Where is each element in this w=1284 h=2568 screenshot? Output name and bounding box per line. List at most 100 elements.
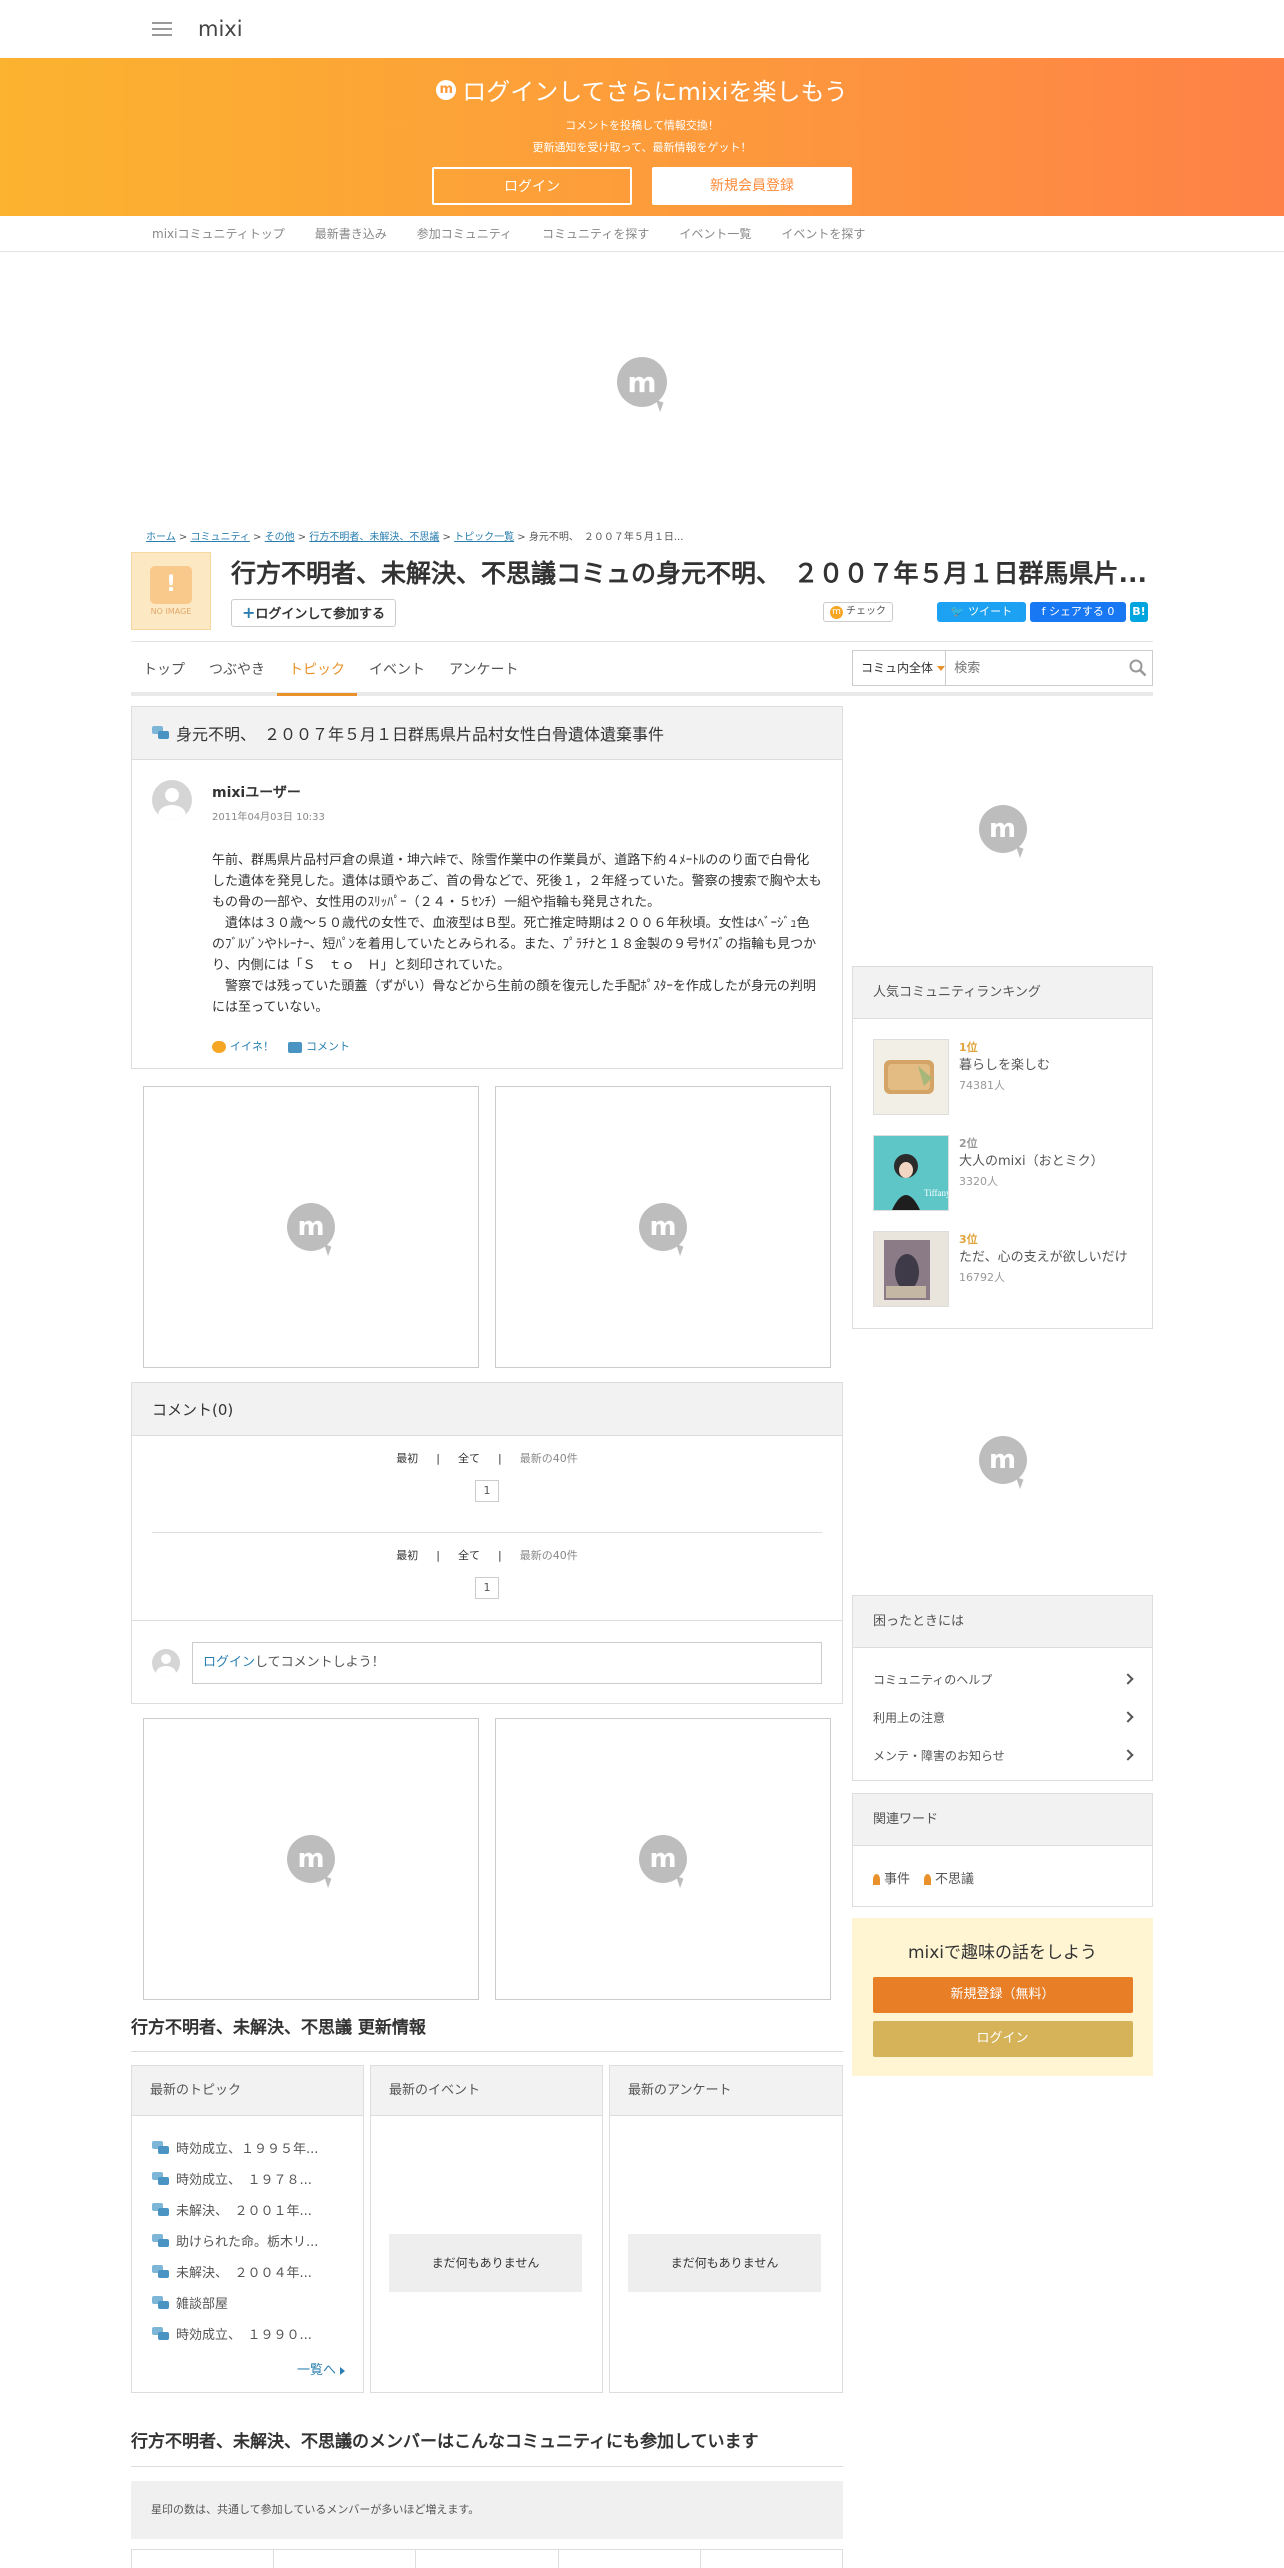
search-input[interactable]: [946, 651, 1125, 685]
pager-all[interactable]: 全て: [458, 1549, 480, 1562]
post-body: 午前、群馬県片品村戸倉の県道・坤六峠で、除雪作業中の作業員が、道路下約４ﾒｰﾄﾙ…: [212, 853, 822, 1015]
avatar: [152, 1648, 180, 1677]
topic-icon: [152, 2202, 170, 2217]
breadcrumb-comm[interactable]: 行方不明者、未解決、不思議: [309, 532, 439, 543]
check-button[interactable]: m チェック: [823, 602, 893, 622]
list-item[interactable]: 時効成立、１９９５年...: [132, 2132, 363, 2163]
ad-box-3[interactable]: m: [143, 1718, 479, 2000]
subnav-joined[interactable]: 参加コミュニティ: [417, 225, 512, 242]
latest-surveys-column: 最新のアンケート まだ何もありません: [609, 2065, 843, 2393]
promo-login-button[interactable]: ログイン: [872, 2021, 1133, 2057]
hero-login-button[interactable]: ログイン: [432, 167, 632, 205]
topic-post: mixiユーザー 2011年04月03日 10:33 午前、群馬県片品村戸倉の県…: [132, 760, 842, 1054]
ad-box-2[interactable]: m: [495, 1086, 831, 1368]
grid-cell[interactable]: [701, 2550, 842, 2568]
list-item[interactable]: 未解決、 ２００１年...: [132, 2194, 363, 2225]
menu-icon[interactable]: [152, 22, 172, 36]
grid-cell[interactable]: [416, 2550, 559, 2568]
breadcrumb-other[interactable]: その他: [265, 532, 295, 543]
ad-box-4[interactable]: m: [495, 1718, 831, 2000]
tab-topics[interactable]: トピック: [277, 648, 357, 696]
subnav-find-events[interactable]: イベントを探す: [781, 225, 865, 242]
community-title: 行方不明者、未解決、不思議コミュの身元不明、 ２００７年５月１日群馬県片...: [231, 559, 1147, 588]
section-divider: [131, 2466, 843, 2467]
hero-register-button[interactable]: 新規会員登録: [652, 167, 852, 205]
ranking-item-2[interactable]: Tiffany 2位 大人のmixi（おとミク） 3320人: [853, 1115, 1152, 1211]
ranking-name: 暮らしを楽しむ: [959, 1058, 1051, 1073]
twitter-icon: 🐦: [950, 605, 965, 618]
related-word[interactable]: 不思議: [924, 1868, 974, 1887]
list-item[interactable]: 時効成立、 １９７８...: [132, 2163, 363, 2194]
subnav-community-top[interactable]: mixiコミュニティトップ: [152, 225, 285, 242]
comment-box: コメント(0) 最初 | 全て | 最新の40件 1 最初 | 全て | 最新の40件 1 ログ…: [131, 1382, 843, 1704]
list-item[interactable]: 時効成立、 １９９０...: [132, 2318, 363, 2349]
ranking-item-1[interactable]: 1位 暮らしを楽しむ 74381人: [853, 1019, 1152, 1115]
events-empty: まだ何もありません: [389, 2234, 582, 2292]
help-link-maintenance[interactable]: メンテ・障害のお知らせ: [853, 1736, 1152, 1774]
grid-cell[interactable]: [274, 2550, 417, 2568]
breadcrumb-home[interactable]: ホーム: [146, 532, 176, 543]
mixi-logo[interactable]: mixi: [198, 17, 243, 41]
grid-cell[interactable]: [559, 2550, 701, 2568]
hero-line-1: コメントを投稿して情報交換！: [565, 119, 719, 132]
tab-top[interactable]: トップ: [131, 648, 197, 696]
topic-icon: [152, 726, 170, 740]
help-link-terms[interactable]: 利用上の注意: [853, 1698, 1152, 1736]
latest-events-title: 最新のイベント: [371, 2066, 602, 2116]
post-actions: イイネ！ コメント: [212, 1038, 822, 1054]
pager-first[interactable]: 最初: [396, 1452, 418, 1465]
comment-pager-top: 最初 | 全て | 最新の40件: [396, 1452, 578, 1465]
pager-first[interactable]: 最初: [396, 1549, 418, 1562]
plus-icon: +: [242, 603, 256, 622]
ranking-item-3[interactable]: 3位 ただ、心の支えが欲しいだけ 16792人: [853, 1211, 1152, 1307]
facebook-icon: f: [1041, 605, 1046, 618]
subnav-find-community[interactable]: コミュニティを探す: [542, 225, 649, 242]
topic-icon: [152, 2233, 170, 2248]
ad-sidebar-2[interactable]: m: [852, 1360, 1153, 1560]
search-icon[interactable]: [1124, 659, 1152, 677]
comment-button[interactable]: コメント: [288, 1038, 350, 1054]
list-item[interactable]: 助けられた命。栃木リ...: [132, 2225, 363, 2256]
iine-button[interactable]: イイネ！: [212, 1038, 274, 1054]
signup-promo: mixiで趣味の話をしよう 新規登録（無料） ログイン: [852, 1918, 1153, 2076]
list-item[interactable]: 雑談部屋: [132, 2287, 363, 2318]
breadcrumb: ホーム > コミュニティ > その他 > 行方不明者、未解決、不思議 > トピッ…: [146, 532, 684, 543]
page-number[interactable]: 1: [475, 1577, 499, 1599]
community-tabs: トップ つぶやき トピック イベント アンケート: [131, 648, 530, 696]
breadcrumb-community[interactable]: コミュニティ: [190, 532, 249, 543]
comment-login-link[interactable]: ログイン: [203, 1655, 255, 1670]
ad-banner-top[interactable]: m: [0, 252, 1284, 512]
topics-more-link[interactable]: 一覧へ: [297, 2359, 345, 2378]
tab-events[interactable]: イベント: [357, 648, 437, 696]
promo-register-button[interactable]: 新規登録（無料）: [872, 1977, 1133, 2013]
subnav-latest-posts[interactable]: 最新書き込み: [315, 225, 387, 242]
tab-tweets[interactable]: つぶやき: [197, 648, 277, 696]
related-words-panel: 関連ワード 事件 不思議: [852, 1793, 1153, 1907]
search-scope-select[interactable]: コミュ内全体: [853, 651, 947, 685]
mixi-m-icon: m: [436, 79, 457, 100]
facebook-share-button[interactable]: f シェアする 0: [1030, 602, 1126, 622]
post-author[interactable]: mixiユーザー: [212, 782, 325, 802]
tweet-button[interactable]: 🐦 ツイート: [937, 602, 1026, 622]
pager-all[interactable]: 全て: [458, 1452, 480, 1465]
ranking-count: 16792人: [959, 1271, 1005, 1284]
avatar[interactable]: [152, 780, 192, 820]
ranking-position: 3位: [959, 1233, 978, 1246]
join-button[interactable]: +ログインして参加する: [231, 599, 397, 627]
tab-surveys[interactable]: アンケート: [437, 648, 530, 696]
related-word[interactable]: 事件: [873, 1868, 910, 1887]
pager-latest: 最新の40件: [519, 1549, 578, 1562]
topic-header: 身元不明、 ２００７年５月１日群馬県片品村女性白骨遺体遺棄事件: [132, 707, 842, 760]
chevron-right-icon: [1122, 1673, 1134, 1685]
breadcrumb-topics[interactable]: トピック一覧: [454, 532, 514, 543]
list-item[interactable]: 未解決、 ２００４年...: [132, 2256, 363, 2287]
page-number[interactable]: 1: [475, 1480, 499, 1502]
hatena-bookmark-button[interactable]: B!: [1130, 602, 1148, 622]
ad-sidebar-1[interactable]: m: [852, 718, 1153, 940]
comment-login-prompt[interactable]: ログインしてコメントしよう！: [192, 1641, 822, 1684]
topic-title: 身元不明、 ２００７年５月１日群馬県片品村女性白骨遺体遺棄事件: [176, 725, 665, 744]
help-link-community[interactable]: コミュニティのヘルプ: [853, 1660, 1152, 1698]
grid-cell[interactable]: [132, 2550, 275, 2568]
ad-box-1[interactable]: m: [143, 1086, 479, 1368]
subnav-events[interactable]: イベント一覧: [679, 225, 751, 242]
